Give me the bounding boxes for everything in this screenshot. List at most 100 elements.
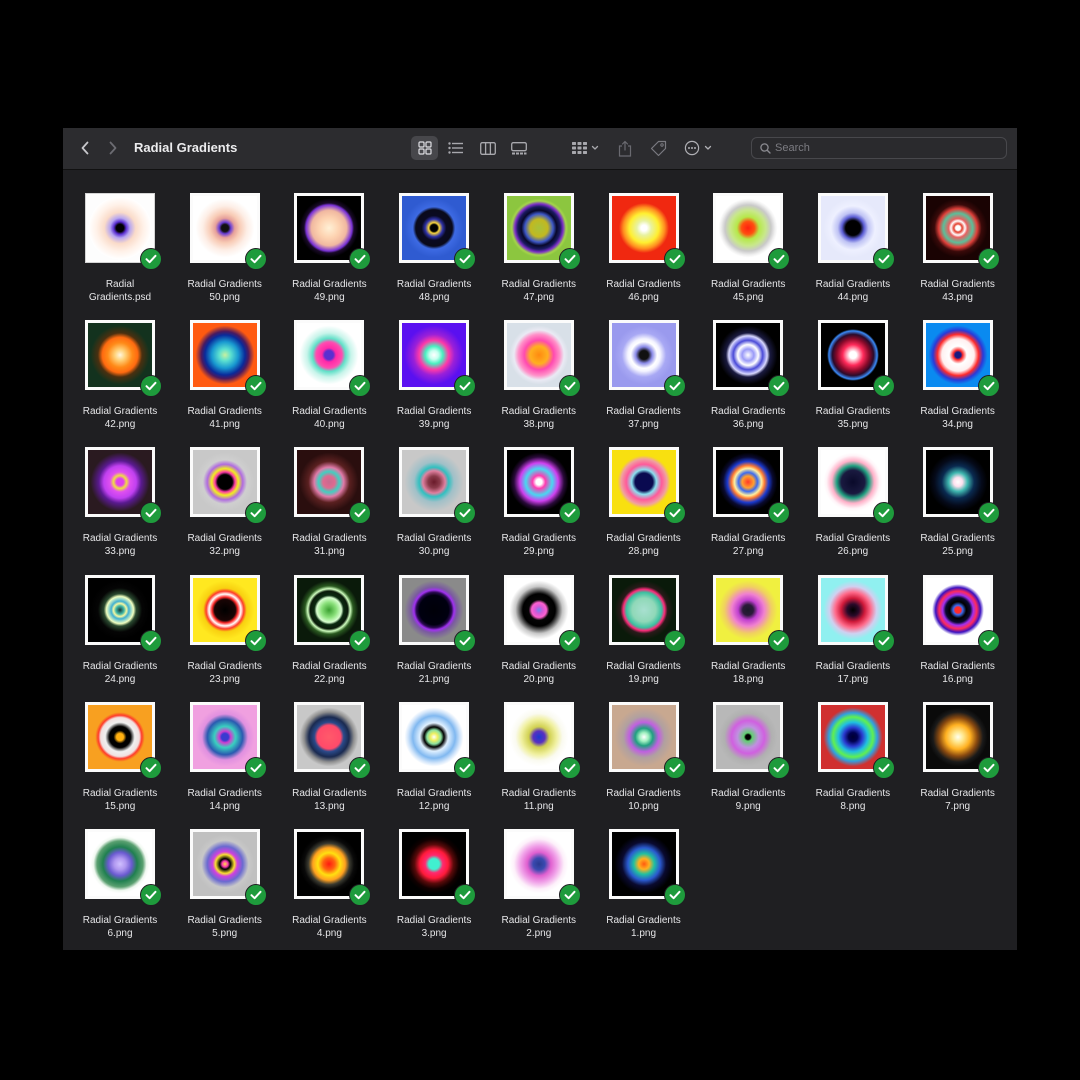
group-button[interactable]	[568, 136, 604, 160]
file-name-line1: Radial Gradients	[920, 787, 995, 799]
radial-gradient-preview	[506, 704, 571, 769]
file-item[interactable]: Radial Gradients 10.png	[589, 679, 699, 812]
tag-button[interactable]	[647, 136, 669, 160]
file-name-line1: Radial Gradients	[187, 406, 262, 418]
file-name-line1: Radial Gradients	[396, 660, 472, 672]
file-item[interactable]: Radial Gradients 2.png	[484, 806, 594, 939]
file-item[interactable]: Radial Gradients 6.png	[65, 806, 175, 939]
file-item[interactable]: Radial Gradients 16.png	[903, 552, 1013, 685]
file-item[interactable]: Radial Gradients 44.png	[798, 170, 908, 303]
file-name-line1: Radial Gradients	[606, 279, 681, 290]
file-item[interactable]: Radial Gradients 12.png	[379, 679, 489, 812]
file-item[interactable]: Radial Gradients 32.png	[170, 424, 280, 557]
file-item[interactable]: Radial Gradients 27.png	[693, 424, 803, 557]
synced-checkmark-icon	[768, 248, 791, 270]
file-item[interactable]: Radial Gradients 37.png	[589, 297, 699, 430]
file-name: Radial Gradients 5.png	[170, 914, 280, 940]
file-item[interactable]: Radial Gradients 46.png	[589, 170, 699, 303]
file-item[interactable]: Radial Gradients 41.png	[170, 297, 280, 430]
more-button[interactable]	[682, 136, 716, 160]
file-item[interactable]: Radial Gradients 13.png	[274, 679, 384, 812]
column-view-button[interactable]	[474, 136, 501, 160]
file-item[interactable]: Radial Gradients 8.png	[798, 679, 908, 812]
file-item[interactable]: Radial Gradients 22.png	[274, 552, 384, 685]
file-item[interactable]: Radial Gradients 24.png	[65, 552, 175, 685]
file-name-line1: Radial Gradients	[396, 915, 472, 926]
file-name-line1: Radial Gradients	[396, 279, 472, 290]
radial-gradient-preview	[611, 196, 676, 260]
file-item[interactable]: Radial Gradients 26.png	[798, 424, 908, 557]
file-item[interactable]: Radial Gradients 31.png	[274, 424, 384, 557]
file-item[interactable]: Radial Gradients 45.png	[693, 170, 803, 303]
file-item[interactable]: Radial Gradients 25.png	[903, 424, 1013, 557]
file-name-line2: 4.png	[316, 928, 342, 939]
file-name-line1: Radial Gradients	[82, 406, 158, 418]
synced-checkmark-icon	[140, 629, 162, 652]
file-item[interactable]: Radial Gradients 28.png	[589, 424, 699, 557]
file-item[interactable]: Radial Gradients 23.png	[170, 552, 280, 685]
file-item[interactable]: Radial Gradients 14.png	[170, 679, 280, 812]
tag-icon	[650, 140, 666, 156]
file-item[interactable]: Radial Gradients.psd	[65, 170, 175, 303]
file-item[interactable]: Radial Gradients 17.png	[798, 552, 908, 685]
forward-button[interactable]	[103, 138, 123, 158]
file-item[interactable]: Radial Gradients 33.png	[65, 424, 175, 557]
radial-gradient-preview	[925, 577, 990, 642]
synced-checkmark-icon	[349, 375, 372, 398]
file-item[interactable]: Radial Gradients 34.png	[903, 297, 1013, 430]
file-name: Radial Gradients 2.png	[484, 914, 594, 940]
file-item[interactable]: Radial Gradients 21.png	[379, 552, 489, 685]
synced-checkmark-icon	[454, 756, 477, 779]
gallery-view-button[interactable]	[505, 136, 532, 160]
file-name: Radial Gradients 1.png	[589, 914, 699, 940]
share-button[interactable]	[615, 136, 635, 160]
file-item[interactable]: Radial Gradients 49.png	[274, 170, 384, 303]
file-item[interactable]: Radial Gradients 18.png	[693, 552, 803, 685]
file-item[interactable]: Radial Gradients 43.png	[903, 170, 1013, 303]
list-view-button[interactable]	[442, 136, 469, 160]
synced-checkmark-icon	[558, 884, 581, 906]
gallery-view-icon	[510, 141, 527, 154]
file-item[interactable]: Radial Gradients 50.png	[170, 170, 280, 303]
file-item[interactable]: Radial Gradients 35.png	[798, 297, 908, 430]
file-name-line1: Radial Gradients	[710, 279, 786, 290]
file-name-line1: Radial Gradients	[501, 279, 577, 290]
file-item[interactable]: Radial Gradients 7.png	[903, 679, 1013, 812]
file-name-line1: Radial Gradients	[82, 660, 158, 672]
radial-gradient-preview	[611, 577, 676, 642]
icon-view-button[interactable]	[411, 136, 438, 160]
file-name: Radial Gradients 9.png	[693, 787, 803, 813]
file-item[interactable]: Radial Gradients 19.png	[589, 552, 699, 685]
synced-checkmark-icon	[977, 375, 1000, 398]
search-input[interactable]	[775, 140, 999, 156]
share-icon	[618, 140, 632, 157]
file-item[interactable]: Radial Gradients 1.png	[589, 806, 699, 939]
radial-gradient-preview	[88, 577, 152, 642]
file-item[interactable]: Radial Gradients 3.png	[379, 806, 489, 939]
search-field[interactable]	[751, 137, 1007, 159]
file-item[interactable]: Radial Gradients 4.png	[274, 806, 384, 939]
file-item[interactable]: Radial Gradients 36.png	[693, 297, 803, 430]
file-name: Radial Gradients 7.png	[903, 787, 1013, 813]
file-item[interactable]: Radial Gradients 42.png	[65, 297, 175, 430]
file-name-line1: Radial Gradients	[920, 533, 995, 545]
file-item[interactable]: Radial Gradients 30.png	[379, 424, 489, 557]
synced-checkmark-icon	[663, 375, 686, 398]
file-item[interactable]: Radial Gradients 5.png	[170, 806, 280, 939]
file-item[interactable]: Radial Gradients 11.png	[484, 679, 594, 812]
synced-checkmark-icon	[349, 756, 372, 779]
file-name-line1: Radial Gradients	[606, 915, 681, 926]
file-name-line1: Radial Gradients	[815, 787, 891, 799]
file-item[interactable]: Radial Gradients 40.png	[274, 297, 384, 430]
file-item[interactable]: Radial Gradients 48.png	[379, 170, 489, 303]
back-button[interactable]	[75, 138, 95, 158]
file-item[interactable]: Radial Gradients 9.png	[693, 679, 803, 812]
file-item[interactable]: Radial Gradients 29.png	[484, 424, 594, 557]
synced-checkmark-icon	[349, 502, 372, 525]
file-name: Radial Gradients 4.png	[274, 914, 384, 940]
file-item[interactable]: Radial Gradients 47.png	[484, 170, 594, 303]
file-item[interactable]: Radial Gradients 39.png	[379, 297, 489, 430]
file-item[interactable]: Radial Gradients 20.png	[484, 552, 594, 685]
file-item[interactable]: Radial Gradients 38.png	[484, 297, 594, 430]
file-item[interactable]: Radial Gradients 15.png	[65, 679, 175, 812]
